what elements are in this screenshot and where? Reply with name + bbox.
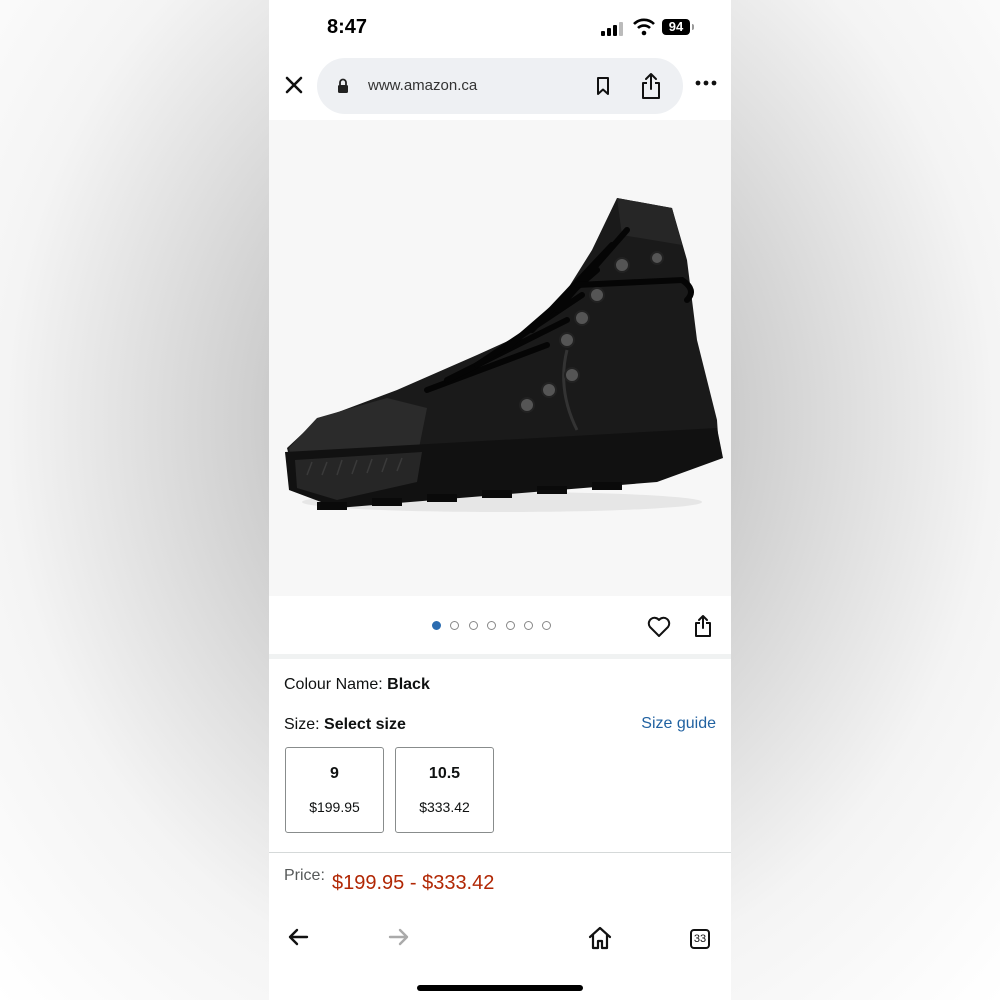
battery-tip: [692, 24, 694, 30]
close-icon[interactable]: [281, 72, 307, 98]
size-selector-label: Size: Select size: [284, 716, 406, 734]
arrow-right-icon[interactable]: [388, 927, 410, 947]
more-icon[interactable]: [695, 80, 717, 86]
divider: [269, 852, 731, 853]
price-range: $199.95 - $333.42: [332, 872, 495, 894]
home-icon[interactable]: [588, 926, 612, 950]
share-icon[interactable]: [639, 72, 663, 100]
size-option-price: $333.42: [419, 799, 470, 815]
size-label: Size:: [284, 716, 325, 733]
size-option-price: $199.95: [309, 799, 360, 815]
carousel-dot[interactable]: [542, 621, 552, 630]
carousel-dot[interactable]: [432, 621, 441, 630]
size-option-9[interactable]: 9 $199.95: [285, 747, 384, 833]
carousel-dot[interactable]: [450, 621, 460, 630]
browser-bottom-nav: 33: [269, 915, 731, 965]
home-indicator[interactable]: [417, 985, 583, 991]
product-image[interactable]: [269, 120, 731, 596]
signal-icon: [601, 22, 625, 36]
boot-image: [285, 198, 723, 512]
clock: 8:47: [327, 16, 368, 38]
colour-name: Colour Name: Black: [284, 676, 430, 694]
size-guide-link[interactable]: Size guide: [641, 715, 716, 733]
arrow-left-icon[interactable]: [287, 927, 309, 947]
size-value: Select size: [324, 716, 406, 733]
carousel-dots[interactable]: [432, 621, 561, 639]
bookmark-icon[interactable]: [595, 76, 611, 96]
tabs-button[interactable]: 33: [690, 929, 710, 949]
carousel-dot[interactable]: [468, 621, 478, 630]
carousel-dot[interactable]: [523, 621, 533, 630]
size-option-size: 10.5: [428, 765, 461, 782]
carousel-dot[interactable]: [505, 621, 515, 630]
lock-icon: [338, 78, 348, 93]
url-text: www.amazon.ca: [368, 77, 478, 94]
phone-screen: 8:47 94 www.amazon.ca Colour Name: Black…: [269, 0, 731, 1000]
colour-value: Black: [387, 676, 430, 693]
carousel-dot[interactable]: [487, 621, 497, 630]
colour-label: Colour Name:: [284, 676, 388, 693]
size-option-size: 9: [330, 765, 339, 782]
image-carousel-controls: [269, 596, 731, 659]
address-bar[interactable]: www.amazon.ca: [317, 58, 683, 114]
price-label: Price:: [284, 867, 325, 884]
wifi-icon: [633, 18, 655, 36]
size-option-10-5[interactable]: 10.5 $333.42: [395, 747, 494, 833]
heart-icon[interactable]: [647, 616, 671, 638]
browser-toolbar: www.amazon.ca: [269, 56, 731, 118]
status-bar: 8:47 94: [269, 0, 731, 56]
share-icon[interactable]: [693, 614, 713, 638]
battery-icon: 94: [662, 19, 690, 35]
